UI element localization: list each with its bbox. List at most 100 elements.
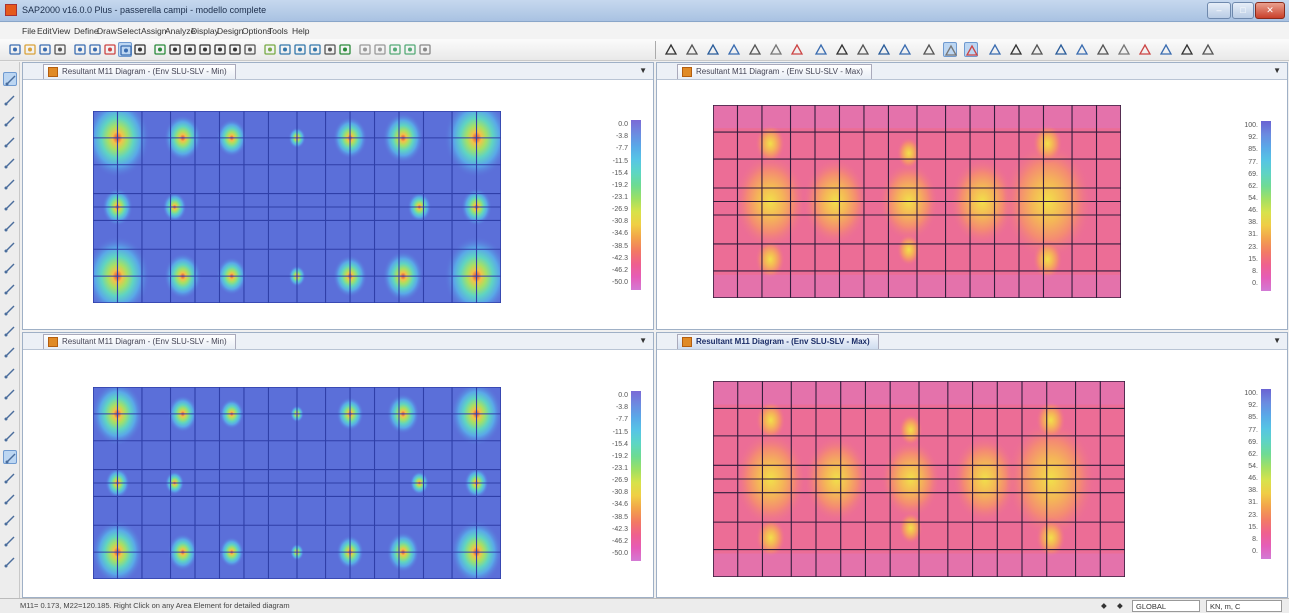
zoom-out-icon[interactable] [183,42,197,57]
menu-file[interactable]: File [22,26,36,36]
pan-icon[interactable] [243,42,257,57]
clear-icon[interactable] [3,429,17,443]
units-select[interactable]: KN, m, C [1206,600,1282,612]
pointer-icon[interactable] [3,72,17,86]
section-cut-icon[interactable] [1159,42,1173,57]
status-arrow-right-icon[interactable]: ◆ [1114,600,1127,612]
sel-frame-icon[interactable] [943,42,958,57]
zoom-fit-icon[interactable] [228,42,242,57]
panel-top-right[interactable]: Resultant M11 Diagram - (Env SLU-SLV - M… [656,62,1288,330]
redo-icon[interactable] [88,42,102,57]
contour-plot[interactable] [712,380,1126,578]
draw-rect-icon[interactable] [3,219,17,233]
view-options-icon[interactable] [988,42,1002,57]
sel-area-icon[interactable] [964,42,979,57]
frame-icon[interactable] [664,42,678,57]
section-icon[interactable] [403,42,417,57]
draw-link-icon[interactable] [3,282,17,296]
grid-icon[interactable] [1075,42,1089,57]
zoom-in-icon[interactable] [168,42,182,57]
panel-dropdown-icon[interactable]: ▼ [1273,66,1281,75]
tendon-icon[interactable] [706,42,720,57]
menu-edit[interactable]: Edit [37,26,52,36]
open-icon[interactable] [23,42,37,57]
panel-dropdown-icon[interactable]: ▼ [639,66,647,75]
show-all-icon[interactable] [3,555,17,569]
new-icon[interactable] [8,42,22,57]
menu-help[interactable]: Help [292,26,309,36]
panel-tab[interactable]: Resultant M11 Diagram - (Env SLU-SLV - M… [43,64,236,79]
x-axis-icon[interactable] [3,492,17,506]
xz-view-icon[interactable] [293,42,307,57]
undo-icon[interactable] [73,42,87,57]
panel-bottom-right[interactable]: Resultant M11 Diagram - (Env SLU-SLV - M… [656,332,1288,598]
panel-tab[interactable]: Resultant M11 Diagram - (Env SLU-SLV - M… [43,334,236,349]
menu-display[interactable]: Display [191,26,219,36]
nv-icon[interactable] [323,42,337,57]
sel-point-icon[interactable] [922,42,936,57]
lock-icon[interactable] [118,42,132,57]
panel-close-icon[interactable] [48,337,58,347]
draw-point-icon[interactable] [3,114,17,128]
menu-define[interactable]: Define [74,26,99,36]
label-icon[interactable] [1138,42,1152,57]
more-icon[interactable] [418,42,432,57]
dimension-icon[interactable] [3,345,17,359]
intersect-icon[interactable] [3,471,17,485]
edit-icon[interactable] [103,42,117,57]
cable-icon[interactable] [685,42,699,57]
axes-icon[interactable] [1096,42,1110,57]
maximize-button[interactable]: □ [1232,2,1254,19]
close-button[interactable]: ✕ [1255,2,1285,19]
minimize-button[interactable]: – [1207,2,1231,19]
draw-solid-icon[interactable] [3,261,17,275]
menu-draw[interactable]: Draw [97,26,117,36]
contour-plot[interactable] [85,97,509,317]
display-icon[interactable] [388,42,402,57]
panel-close-icon[interactable] [48,67,58,77]
show-forces-icon[interactable] [1030,42,1044,57]
y-axis-icon[interactable] [3,513,17,527]
panel-dropdown-icon[interactable]: ▼ [639,336,647,345]
xy-view-icon[interactable] [278,42,292,57]
panel-tab[interactable]: Resultant M11 Diagram - (Env SLU-SLV - M… [677,64,872,79]
select-all-icon[interactable] [814,42,828,57]
yz-view-icon[interactable] [308,42,322,57]
zoom-window-icon[interactable] [198,42,212,57]
menu-select[interactable]: Select [117,26,141,36]
snap-icon[interactable] [3,366,17,380]
up-icon[interactable] [358,42,372,57]
draw-cable-icon[interactable] [3,156,17,170]
extra-icon[interactable] [1201,42,1215,57]
load-icon[interactable] [898,42,912,57]
draw-frame-icon[interactable] [3,135,17,149]
spring-icon[interactable] [856,42,870,57]
panel-tab-active[interactable]: Resultant M11 Diagram - (Env SLU-SLV - M… [677,334,879,349]
mass-icon[interactable] [877,42,891,57]
link-icon[interactable] [790,42,804,57]
run-icon[interactable] [133,42,147,57]
report-icon[interactable] [1180,42,1194,57]
refresh-icon[interactable] [153,42,167,57]
menu-tools[interactable]: Tools [268,26,288,36]
poly-icon[interactable] [3,450,17,464]
show-deformed-icon[interactable] [1009,42,1023,57]
status-arrow-left-icon[interactable]: ◆ [1098,600,1111,612]
contour-plot[interactable] [91,381,503,585]
section-cut-icon[interactable] [3,303,17,317]
contour-plot[interactable] [712,104,1122,299]
panel-close-icon[interactable] [682,337,692,347]
solid-icon[interactable] [769,42,783,57]
hide-icon[interactable] [1117,42,1131,57]
menu-design[interactable]: Design [217,26,243,36]
area-icon[interactable] [748,42,762,57]
draw-poly-icon[interactable] [3,198,17,212]
down-icon[interactable] [373,42,387,57]
menu-options[interactable]: Options [242,26,271,36]
quick-area-icon[interactable] [3,240,17,254]
rotate-icon[interactable] [338,42,352,57]
coord-system-select[interactable]: GLOBAL [1132,600,1200,612]
panel-bottom-left[interactable]: Resultant M11 Diagram - (Env SLU-SLV - M… [22,332,654,598]
menu-view[interactable]: View [52,26,70,36]
panel-close-icon[interactable] [682,67,692,77]
